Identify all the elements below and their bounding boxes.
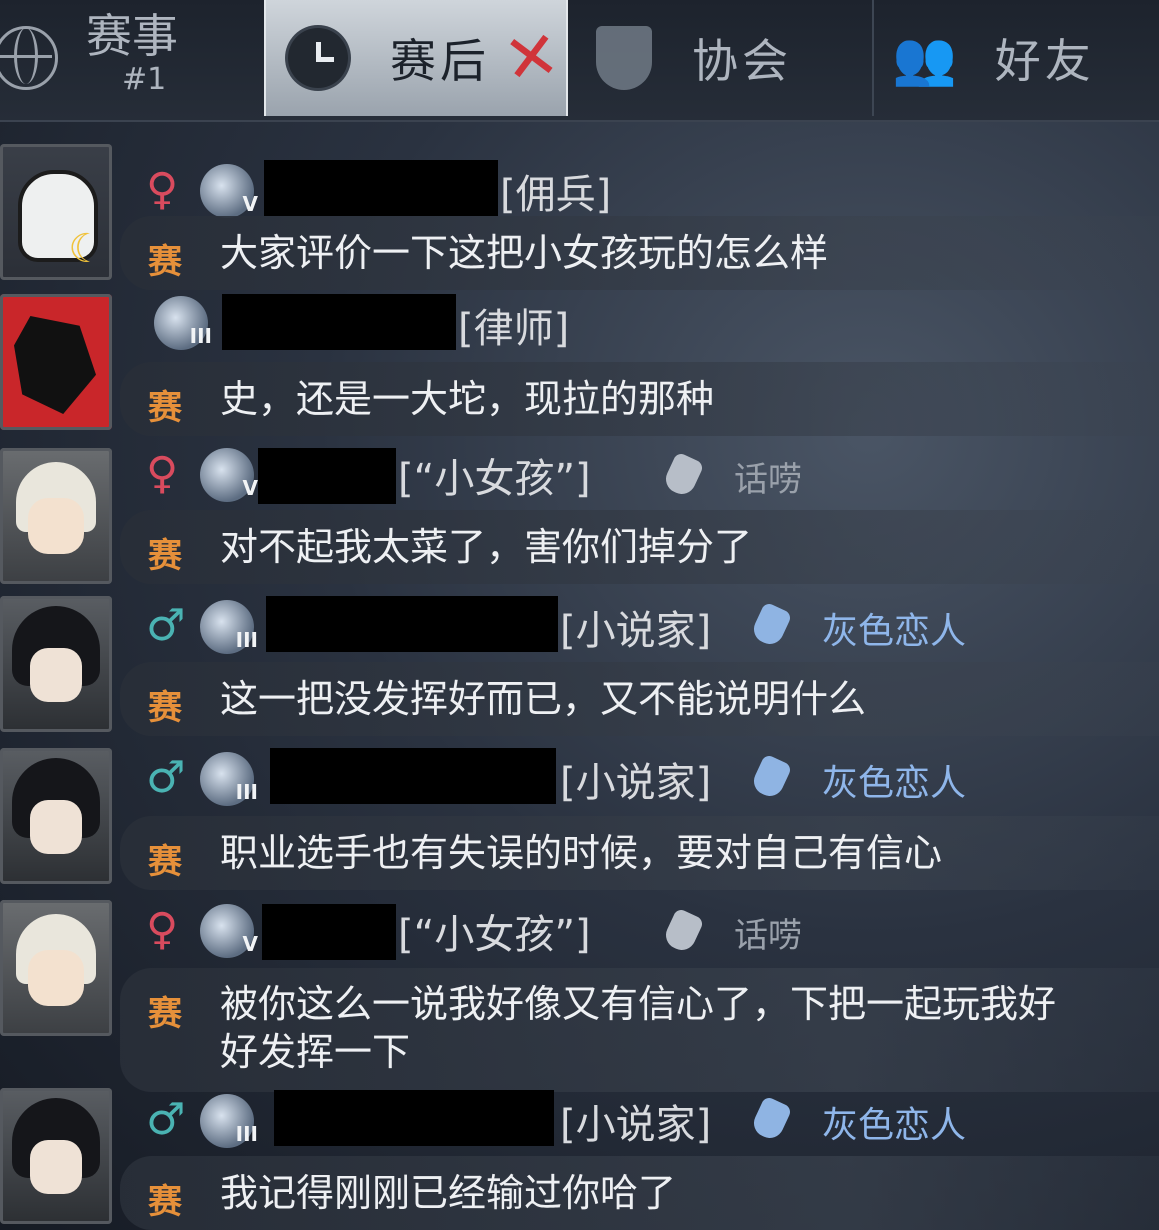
channel-tag: 赛 bbox=[148, 242, 182, 282]
message-text: 我记得刚刚已经输过你哈了 bbox=[220, 1171, 677, 1215]
tab-events-count: #1 bbox=[122, 62, 167, 97]
message-bubble: 赛 对不起我太菜了，害你们掉分了 bbox=[120, 510, 1159, 584]
avatar[interactable] bbox=[0, 748, 112, 884]
message-text: 被你这么一说我好像又有信心了，下把一起玩我好 bbox=[220, 982, 1057, 1026]
player-title: 灰色恋人 bbox=[822, 611, 967, 652]
rank-badge-icon: V bbox=[200, 164, 258, 218]
female-icon: ♀ bbox=[146, 164, 179, 215]
message-bubble: 赛 这一把没发挥好而已，又不能说明什么 bbox=[120, 662, 1159, 736]
chat-message-list[interactable]: ☾ ♀ V [佣兵] 赛 大家评价一下这把小女孩玩的怎么样 III [律师] 赛… bbox=[0, 122, 1159, 1230]
channel-tag: 赛 bbox=[148, 536, 182, 576]
clock-icon bbox=[288, 28, 348, 88]
message-bubble: 赛 史，还是一大坨，现拉的那种 bbox=[120, 362, 1159, 436]
female-icon: ♀ bbox=[146, 904, 179, 955]
player-role: [小说家] bbox=[560, 760, 712, 806]
tab-friends[interactable]: 👥 好友 bbox=[892, 0, 1159, 116]
player-role: [“小女孩”] bbox=[398, 912, 591, 958]
channel-tag: 赛 bbox=[148, 388, 182, 428]
channel-tag: 赛 bbox=[148, 842, 182, 882]
redacted-username bbox=[266, 596, 558, 652]
tab-post-match[interactable]: 赛后 ✕ bbox=[264, 0, 568, 116]
player-title: 灰色恋人 bbox=[822, 1105, 967, 1146]
avatar[interactable] bbox=[0, 900, 112, 1036]
channel-tag: 赛 bbox=[148, 994, 182, 1034]
message-bubble: 赛 职业选手也有失误的时候，要对自己有信心 bbox=[120, 816, 1159, 890]
avatar[interactable] bbox=[0, 596, 112, 732]
avatar[interactable] bbox=[0, 448, 112, 584]
message-text-line2: 好发挥一下 bbox=[220, 1030, 411, 1074]
rank-badge-icon: III bbox=[154, 296, 212, 350]
rank-badge-icon: III bbox=[200, 1094, 258, 1148]
channel-tag: 赛 bbox=[148, 688, 182, 728]
shield-fist-icon bbox=[596, 26, 652, 90]
globe-icon bbox=[0, 26, 58, 90]
redacted-username bbox=[270, 748, 556, 804]
message-text: 这一把没发挥好而已，又不能说明什么 bbox=[220, 677, 867, 721]
avatar[interactable]: ☾ bbox=[0, 144, 112, 280]
tab-guild-label: 协会 bbox=[692, 34, 792, 88]
title-tag-icon bbox=[661, 451, 705, 499]
player-role: [小说家] bbox=[560, 608, 712, 654]
title-tag-icon bbox=[749, 753, 793, 801]
tab-guild[interactable]: 协会 bbox=[590, 0, 868, 116]
message-text: 大家评价一下这把小女孩玩的怎么样 bbox=[220, 231, 829, 275]
rank-badge-icon: III bbox=[200, 600, 258, 654]
rank-badge-icon: V bbox=[200, 904, 258, 958]
tab-friends-label: 好友 bbox=[994, 34, 1095, 88]
female-icon: ♀ bbox=[146, 448, 179, 499]
tab-divider bbox=[872, 0, 874, 116]
male-icon: ♂ bbox=[146, 752, 186, 803]
player-role: [“小女孩”] bbox=[398, 456, 591, 502]
redacted-username bbox=[262, 904, 396, 960]
avatar[interactable] bbox=[0, 1088, 112, 1224]
rank-badge-icon: V bbox=[200, 448, 258, 502]
redacted-username bbox=[264, 160, 498, 216]
avatar[interactable] bbox=[0, 294, 112, 430]
message-bubble: 赛 被你这么一说我好像又有信心了，下把一起玩我好 好发挥一下 bbox=[120, 968, 1159, 1092]
message-bubble: 赛 我记得刚刚已经输过你哈了 bbox=[120, 1156, 1159, 1230]
message-text: 史，还是一大坨，现拉的那种 bbox=[220, 377, 715, 421]
rank-badge-icon: III bbox=[200, 752, 258, 806]
message-bubble: 赛 大家评价一下这把小女孩玩的怎么样 bbox=[120, 216, 1159, 290]
player-role: [小说家] bbox=[560, 1102, 712, 1148]
tab-post-match-label: 赛后 bbox=[390, 34, 490, 88]
title-tag-icon bbox=[749, 601, 793, 649]
player-role: [律师] bbox=[458, 306, 570, 352]
player-title: 话唠 bbox=[734, 460, 802, 500]
message-text: 职业选手也有失误的时候，要对自己有信心 bbox=[220, 831, 943, 875]
tab-bar: 赛事 #1 赛后 ✕ 协会 👥 好友 bbox=[0, 0, 1159, 122]
title-tag-icon bbox=[749, 1095, 793, 1143]
male-icon: ♂ bbox=[146, 1094, 186, 1145]
redacted-username bbox=[258, 448, 396, 504]
redacted-username bbox=[274, 1090, 554, 1146]
player-role: [佣兵] bbox=[500, 172, 612, 218]
channel-tag: 赛 bbox=[148, 1182, 182, 1222]
tab-events-label: 赛事 bbox=[86, 9, 178, 63]
message-text: 对不起我太菜了，害你们掉分了 bbox=[220, 525, 753, 569]
redacted-username bbox=[222, 294, 456, 350]
people-icon: 👥 bbox=[892, 28, 957, 89]
title-tag-icon bbox=[661, 907, 705, 955]
close-icon[interactable]: ✕ bbox=[499, 16, 564, 100]
player-title: 话唠 bbox=[734, 916, 802, 956]
player-title: 灰色恋人 bbox=[822, 763, 967, 804]
male-icon: ♂ bbox=[146, 600, 186, 651]
